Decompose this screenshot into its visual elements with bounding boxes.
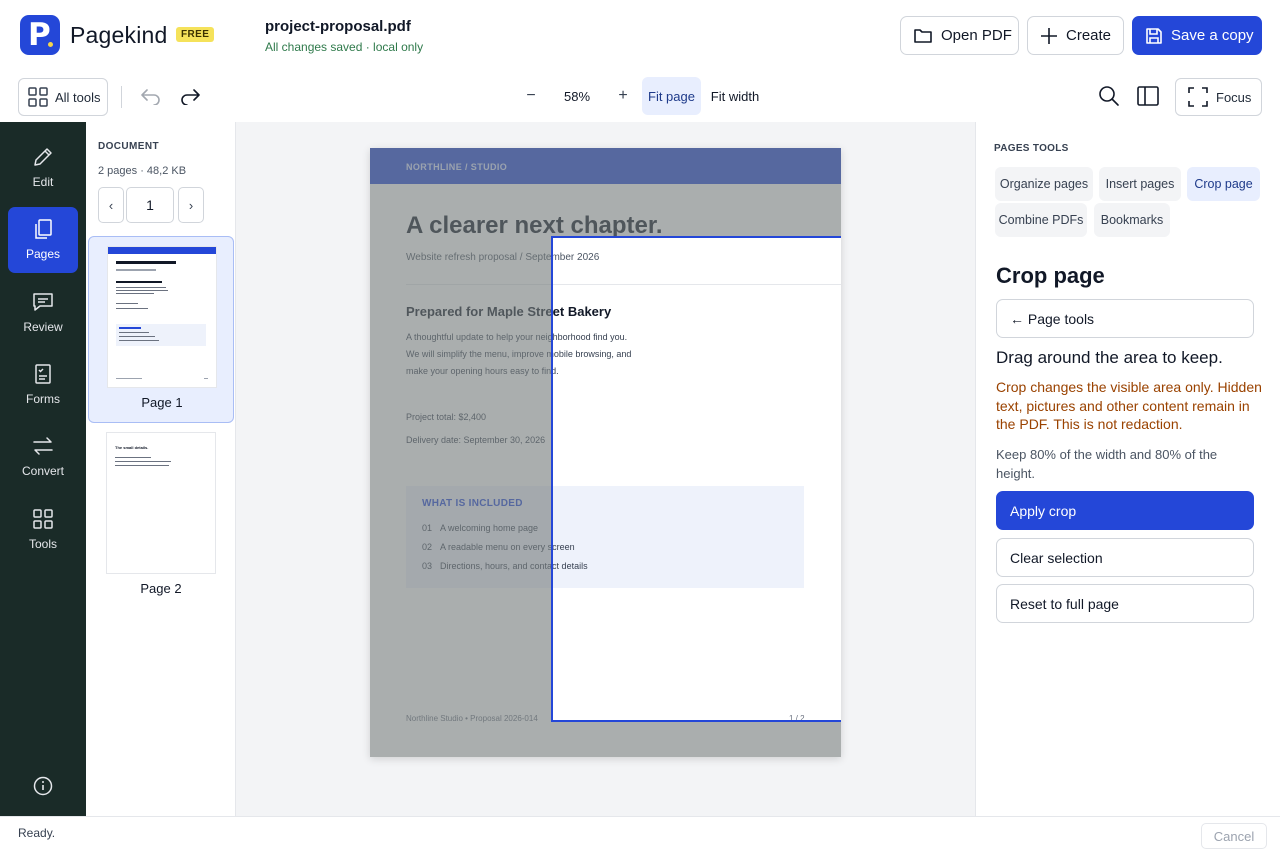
page-footer-left: Northline Studio • Proposal 2026-014 [406, 714, 538, 723]
crop-instruction: Drag around the area to keep. [996, 348, 1223, 367]
plan-badge: FREE [176, 27, 215, 42]
search-icon [1098, 85, 1120, 107]
all-tools-label: All tools [55, 89, 101, 105]
page2-thumbnail-title: The small details. [115, 445, 149, 450]
folder-icon [913, 27, 933, 45]
grid-icon [32, 508, 54, 530]
included-title: WHAT IS INCLUDED [422, 498, 523, 509]
create-label: Create [1066, 27, 1112, 44]
rail-item-review[interactable]: Review [8, 280, 78, 346]
crop-warning: Crop changes the visible area only. Hidd… [996, 379, 1262, 432]
rail-item-label: Pages [25, 247, 61, 261]
expand-icon [1188, 87, 1208, 107]
file-name: project-proposal.pdf [265, 18, 411, 35]
apply-crop-button[interactable]: Apply crop [996, 491, 1254, 530]
rail-item-pages[interactable]: Pages [8, 207, 78, 273]
form-icon [32, 363, 54, 385]
fit-page-button[interactable]: Fit page [642, 77, 701, 115]
included-item: 01 A welcoming home page [422, 523, 539, 533]
rail-item-convert[interactable]: Convert [8, 424, 78, 490]
chip-combine-pdfs[interactable]: Combine PDFs [995, 203, 1087, 237]
save-icon [1145, 27, 1163, 45]
page-thumbnail-label: Page 1 [141, 395, 183, 410]
zoom-out-button[interactable]: − [520, 82, 542, 110]
clear-selection-button[interactable]: Clear selection [996, 538, 1254, 577]
comment-icon [32, 291, 54, 313]
undo-button[interactable] [137, 82, 165, 110]
app-name: Pagekind [70, 22, 168, 48]
rail-item-label: Edit [32, 175, 54, 189]
save-status: All changes saved · local only [265, 40, 424, 54]
open-pdf-label: Open PDF [941, 27, 1012, 44]
thumbnail-panel: DOCUMENT 2 pages · 48,2 KB ‹ › Page 1 Th… [86, 122, 236, 816]
focus-button[interactable]: Focus [1175, 78, 1262, 116]
status-text: Ready. [18, 826, 56, 840]
undo-icon [140, 87, 162, 105]
document-canvas[interactable]: NORTHLINE / STUDIO A clearer next chapte… [236, 122, 975, 816]
convert-icon [32, 435, 54, 457]
pencil-icon [32, 146, 54, 168]
zoom-level: 58% [563, 89, 591, 104]
focus-label: Focus [1216, 89, 1252, 105]
back-to-page-tools-button[interactable]: ← Page tools [996, 299, 1254, 338]
rail-item-label: Forms [26, 392, 60, 406]
page-number-input[interactable] [126, 187, 174, 223]
cancel-button[interactable]: Cancel [1201, 823, 1267, 849]
redo-icon [179, 87, 201, 105]
document-meta: 2 pages · 48,2 KB [98, 165, 187, 177]
page-thumbnail-label: Page 2 [140, 581, 182, 596]
pages-icon [32, 218, 54, 240]
plus-icon [1040, 27, 1058, 45]
pdf-page[interactable]: NORTHLINE / STUDIO A clearer next chapte… [370, 148, 841, 757]
app-logo: P [20, 15, 60, 55]
sidebar-icon [1137, 86, 1159, 106]
rail-item-forms[interactable]: Forms [8, 352, 78, 418]
save-copy-button[interactable]: Save a copy [1132, 16, 1262, 55]
document-section-label: DOCUMENT [98, 141, 159, 152]
intro-line: make your opening hours easy to find. [406, 366, 559, 376]
page-thumbnail-1[interactable]: Page 1 [88, 236, 234, 423]
create-button[interactable]: Create [1027, 16, 1124, 55]
status-bar: Ready. Cancel [0, 816, 1280, 850]
search-button[interactable] [1095, 82, 1123, 110]
rail-item-edit[interactable]: Edit [8, 135, 78, 201]
page-thumbnail-image [108, 247, 216, 387]
rail-item-label: Convert [21, 464, 65, 478]
all-tools-button[interactable]: All tools [18, 78, 108, 116]
rail-item-tools[interactable]: Tools [8, 497, 78, 563]
page-thumbnail-image: The small details. [107, 433, 215, 573]
info-button[interactable] [33, 776, 53, 796]
crop-keep-info: Keep 80% of the width and 80% of the hei… [996, 447, 1218, 481]
delivery-date: Delivery date: September 30, 2026 [406, 435, 546, 445]
page-header-text: NORTHLINE / STUDIO [406, 162, 508, 172]
left-rail: Edit Pages Review Forms Convert Tools [0, 122, 86, 816]
toolbar-divider [121, 86, 122, 108]
grid-icon [28, 87, 48, 107]
project-total: Project total: $2,400 [406, 412, 487, 422]
page-header-band: NORTHLINE / STUDIO [370, 148, 841, 184]
panel-title: Crop page [996, 263, 1105, 288]
app-header: P Pagekind FREE project-proposal.pdf All… [0, 0, 1280, 72]
rail-item-label: Review [23, 320, 63, 334]
redo-button[interactable] [176, 82, 204, 110]
fit-width-button[interactable]: Fit width [706, 77, 764, 115]
sidebar-toggle-button[interactable] [1134, 82, 1162, 110]
next-page-button[interactable]: › [178, 187, 204, 223]
chip-insert-pages[interactable]: Insert pages [1099, 167, 1181, 201]
save-copy-label: Save a copy [1171, 27, 1254, 44]
prev-page-button[interactable]: ‹ [98, 187, 124, 223]
crop-selection[interactable] [551, 236, 841, 722]
chip-organize-pages[interactable]: Organize pages [995, 167, 1093, 201]
page-thumbnail-2[interactable]: The small details. Page 2 [88, 423, 234, 610]
open-pdf-button[interactable]: Open PDF [900, 16, 1019, 55]
reset-full-page-button[interactable]: Reset to full page [996, 584, 1254, 623]
chip-bookmarks[interactable]: Bookmarks [1094, 203, 1170, 237]
chip-crop-page[interactable]: Crop page [1187, 167, 1260, 201]
toolbar: All tools − 58% + Fit page Fit width Foc… [0, 72, 1280, 122]
info-icon [33, 776, 53, 796]
rail-item-label: Tools [28, 537, 57, 551]
zoom-in-button[interactable]: + [612, 82, 634, 110]
tool-panel: PAGES TOOLS Organize pages Insert pages … [975, 122, 1280, 816]
pages-tools-label: PAGES TOOLS [994, 143, 1069, 154]
